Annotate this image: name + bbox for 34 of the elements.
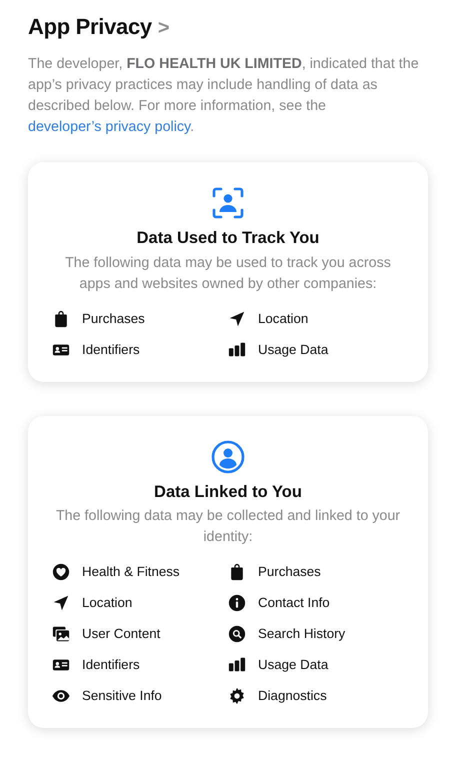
data-type-label: Health & Fitness	[82, 563, 180, 582]
bag-icon	[228, 563, 246, 582]
data-type-label: Identifiers	[82, 656, 140, 674]
info-icon	[228, 594, 246, 612]
data-type-label: Search History	[258, 625, 346, 644]
photos-icon	[52, 625, 70, 644]
page-title: App Privacy	[28, 13, 152, 41]
search-icon	[228, 625, 246, 644]
data-type-label: Diagnostics	[258, 687, 327, 706]
bag-icon	[52, 310, 70, 328]
person-circle-icon	[211, 440, 245, 474]
data-type-label: User Content	[82, 625, 160, 644]
data-type-label: Purchases	[258, 563, 321, 582]
tracking-person-icon	[211, 186, 245, 220]
location-arrow-icon	[228, 310, 246, 328]
data-type-label: Usage Data	[258, 656, 328, 674]
data-type-label: Usage Data	[258, 340, 328, 359]
data-type-label: Location	[82, 594, 132, 612]
intro-paragraph: The developer, FLO HEALTH UK LIMITED, indicated that the app’s privacy practices may include handling of data as described below. For more information, see the developer’s privacy policy.	[28, 55, 420, 137]
data-type-label: Contact Info	[258, 594, 330, 612]
data-type-label: Identifiers	[82, 340, 140, 359]
card-title: Data Used to Track You	[136, 228, 320, 249]
card-description: The following data may be used to track you across apps and websites owned by other companies:	[64, 254, 392, 294]
card-title: Data Linked to You	[153, 482, 303, 503]
data-type-label: Sensitive Info	[82, 687, 162, 706]
chevron-icon: >	[158, 13, 170, 43]
bar-chart-icon	[228, 340, 246, 359]
bar-chart-icon	[228, 656, 246, 674]
location-arrow-icon	[52, 594, 70, 612]
data-type-label: Location	[258, 310, 308, 328]
data-type-label: Purchases	[82, 310, 145, 328]
card-description: The following data may be collected and linked to your identity:	[54, 507, 402, 548]
privacy-policy-link[interactable]: developer’s privacy policy	[28, 119, 190, 135]
gear-icon	[228, 687, 246, 706]
